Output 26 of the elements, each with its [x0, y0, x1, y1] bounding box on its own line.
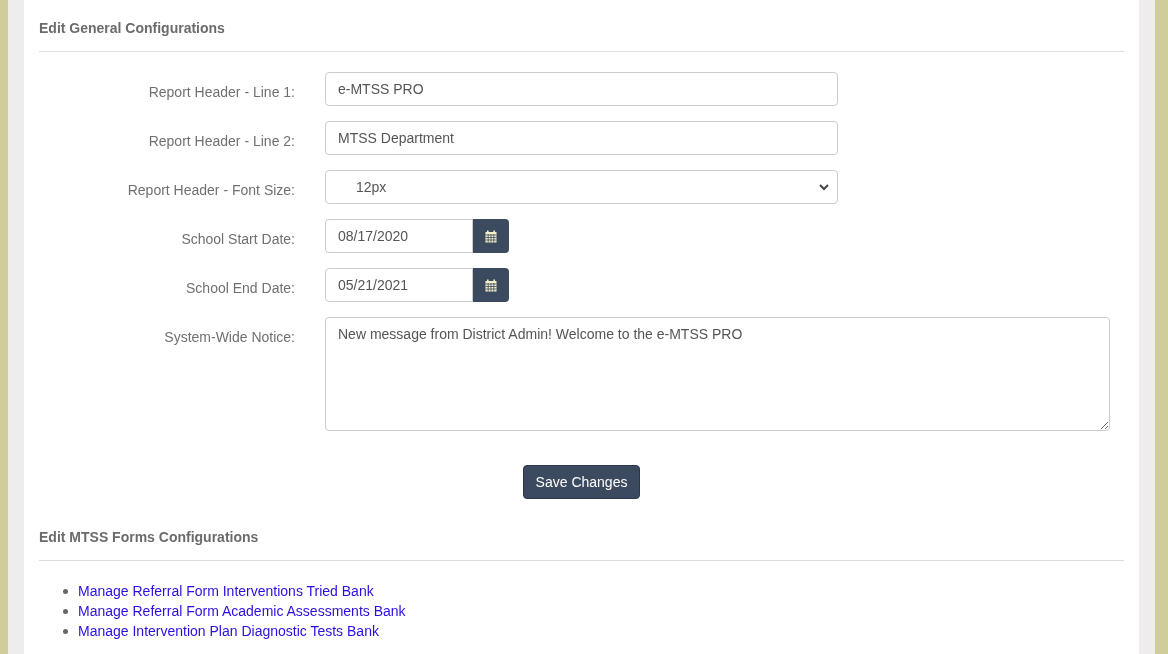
- date-field[interactable]: 08/17/2020: [325, 219, 473, 253]
- field-label: Report Header - Font Size:: [127, 182, 295, 198]
- section-heading: Edit MTSS Forms Configurations: [39, 528, 260, 547]
- chevron-down-icon: [819, 183, 829, 191]
- field-label: Report Header - Line 2:: [148, 133, 295, 149]
- font-size-dropdown[interactable]: 12px: [325, 170, 838, 204]
- bullet-icon: [63, 628, 68, 634]
- text-field[interactable]: MTSS Department: [325, 121, 838, 155]
- save-button[interactable]: Save Changes: [522, 465, 641, 499]
- calendar-button[interactable]: [473, 219, 509, 253]
- field-label: Report Header - Line 1:: [148, 84, 295, 100]
- calendar-icon: [485, 229, 497, 243]
- notice-textarea[interactable]: New message from District Admin! Welcome to the e-MTSS PRO: [325, 317, 1110, 431]
- text-field[interactable]: e-MTSS PRO: [325, 72, 838, 106]
- field-label: School End Date:: [186, 280, 295, 296]
- section-heading: Edit General Configurations: [39, 19, 226, 38]
- bullet-icon: [63, 608, 68, 614]
- date-field[interactable]: 05/21/2021: [325, 268, 473, 302]
- field-label: School Start Date:: [181, 231, 295, 247]
- manage-bank-link[interactable]: Manage Referral Form Interventions Tried Bank: [78, 580, 374, 602]
- bullet-icon: [63, 588, 68, 594]
- calendar-icon: [485, 278, 497, 292]
- manage-bank-link[interactable]: Manage Referral Form Academic Assessments Bank: [78, 600, 406, 622]
- calendar-button[interactable]: [473, 268, 509, 302]
- field-label: System-Wide Notice:: [164, 329, 295, 345]
- manage-bank-link[interactable]: Manage Intervention Plan Diagnostic Tests Bank: [78, 620, 379, 642]
